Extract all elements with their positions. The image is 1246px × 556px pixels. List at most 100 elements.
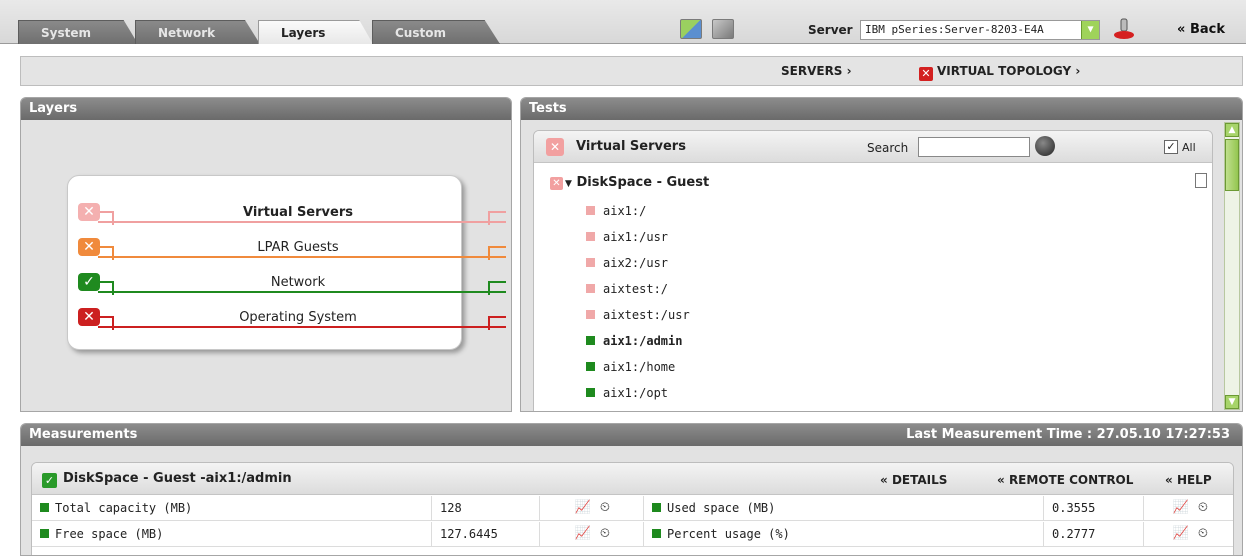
measure-name-label: Total capacity (MB) bbox=[55, 501, 193, 515]
measure-name: Used space (MB) bbox=[644, 496, 1044, 521]
expand-triangle-icon[interactable]: ▼ bbox=[565, 179, 572, 189]
status-pink-icon bbox=[586, 310, 595, 319]
all-label: All bbox=[1182, 141, 1196, 154]
list-item-selected[interactable]: aix1:/admin bbox=[586, 331, 682, 351]
layer-operating-system[interactable]: ✕ Operating System bbox=[68, 304, 508, 334]
list-item[interactable]: aix2:/usr bbox=[586, 253, 668, 273]
error-icon: ✕ bbox=[550, 177, 563, 190]
layer-label: Virtual Servers bbox=[243, 205, 353, 220]
layout-icon[interactable] bbox=[680, 19, 702, 39]
list-item[interactable]: aix1:/usr bbox=[586, 227, 668, 247]
tab-custom[interactable]: Custom bbox=[372, 20, 500, 44]
list-item[interactable]: aixtest:/ bbox=[586, 279, 668, 299]
measurement-header: ✓ DiskSpace - Guest -aix1:/admin « DETAIL… bbox=[32, 463, 1233, 495]
status-green-icon bbox=[652, 529, 661, 538]
remote-control-link[interactable]: « REMOTE CONTROL bbox=[997, 473, 1133, 487]
warning-icon: ✕ bbox=[78, 238, 100, 256]
help-link[interactable]: « HELP bbox=[1165, 473, 1212, 487]
status-green-icon bbox=[586, 336, 595, 345]
test-group-diskspace-guest[interactable]: ✕ ▼ DiskSpace - Guest bbox=[550, 175, 709, 190]
top-tab-bar: System Network Layers Custom Server IBM … bbox=[0, 0, 1246, 44]
search-go-button[interactable] bbox=[1035, 136, 1055, 156]
list-item[interactable]: aixtest:/usr bbox=[586, 305, 690, 325]
breadcrumb: SERVERS › ✕ VIRTUAL TOPOLOGY › bbox=[20, 56, 1243, 86]
layers-diagram: ✕ Virtual Servers ✕ LPAR Guests ✓ Networ… bbox=[67, 175, 506, 350]
status-pink-icon bbox=[586, 232, 595, 241]
layer-network[interactable]: ✓ Network bbox=[68, 269, 508, 299]
list-item-label: aixtest:/usr bbox=[603, 308, 690, 322]
layer-label: LPAR Guests bbox=[257, 240, 339, 255]
tools-icon[interactable] bbox=[712, 19, 734, 39]
breadcrumb-virtual-topology[interactable]: ✕ VIRTUAL TOPOLOGY › bbox=[919, 64, 1080, 81]
measure-name-label: Used space (MB) bbox=[667, 501, 776, 515]
alarm-bell-icon[interactable] bbox=[1113, 17, 1135, 41]
tab-system[interactable]: System bbox=[18, 20, 138, 44]
layer-label: Network bbox=[270, 275, 326, 290]
table-row: Total capacity (MB) 128 📈 ⏲ Used space (… bbox=[32, 496, 1233, 521]
clock-icon[interactable]: ⏲ bbox=[1194, 526, 1212, 542]
status-pink-icon bbox=[586, 206, 595, 215]
error-icon: ✕ bbox=[546, 138, 564, 156]
help-link-label: HELP bbox=[1176, 473, 1212, 487]
all-checkbox[interactable]: ✓ bbox=[1164, 140, 1178, 154]
status-green-icon bbox=[586, 362, 595, 371]
measure-value: 0.2777 bbox=[1044, 522, 1144, 547]
breadcrumb-virtual-topology-label: VIRTUAL TOPOLOGY bbox=[937, 64, 1072, 78]
virtual-servers-header: ✕ Virtual Servers Search ✓ All bbox=[534, 131, 1212, 163]
error-icon: ✕ bbox=[78, 308, 100, 326]
list-item[interactable]: aix1:/home bbox=[586, 357, 675, 377]
measure-name: Percent usage (%) bbox=[644, 522, 1044, 547]
list-item-label: aix2:/usr bbox=[603, 256, 669, 270]
status-green-icon bbox=[40, 503, 49, 512]
check-icon: ✓ bbox=[78, 273, 100, 291]
tab-network[interactable]: Network bbox=[135, 20, 260, 44]
back-label: Back bbox=[1189, 22, 1225, 37]
search-input[interactable] bbox=[918, 137, 1030, 157]
tab-layers[interactable]: Layers bbox=[258, 20, 373, 44]
measure-actions: 📈 ⏲ bbox=[540, 522, 644, 547]
layer-label: Operating System bbox=[239, 310, 357, 325]
measure-value: 0.3555 bbox=[1044, 496, 1144, 521]
error-icon: ✕ bbox=[919, 67, 933, 81]
list-item-label: aix1:/ bbox=[603, 204, 647, 218]
measurements-title: Measurements bbox=[29, 427, 138, 442]
tests-scrollbar[interactable]: ▲ ▼ bbox=[1224, 122, 1240, 410]
graph-icon[interactable]: 📈 bbox=[574, 526, 592, 542]
status-green-icon bbox=[652, 503, 661, 512]
scroll-thumb[interactable] bbox=[1225, 139, 1239, 191]
layer-virtual-servers[interactable]: ✕ Virtual Servers bbox=[68, 199, 508, 229]
graph-icon[interactable]: 📈 bbox=[1172, 500, 1190, 516]
layers-panel-title: Layers bbox=[21, 98, 511, 120]
back-button[interactable]: « Back bbox=[1177, 22, 1225, 37]
document-icon[interactable] bbox=[1195, 173, 1207, 188]
table-row: Free space (MB) 127.6445 📈 ⏲ Percent usa… bbox=[32, 522, 1233, 547]
clock-icon[interactable]: ⏲ bbox=[596, 526, 614, 542]
clock-icon[interactable]: ⏲ bbox=[1194, 500, 1212, 516]
measure-name: Total capacity (MB) bbox=[32, 496, 432, 521]
list-item[interactable]: aix1:/opt bbox=[586, 383, 668, 403]
measurement-title: ✓ DiskSpace - Guest -aix1:/admin bbox=[42, 471, 292, 488]
measure-name: Free space (MB) bbox=[32, 522, 432, 547]
graph-icon[interactable]: 📈 bbox=[1172, 526, 1190, 542]
test-group-label: DiskSpace - Guest bbox=[576, 175, 710, 190]
list-item[interactable]: aix1:/ bbox=[586, 201, 646, 221]
breadcrumb-servers[interactable]: SERVERS › bbox=[781, 64, 852, 78]
graph-icon[interactable]: 📈 bbox=[574, 500, 592, 516]
remote-control-link-label: REMOTE CONTROL bbox=[1008, 473, 1134, 487]
chevron-down-icon: ▼ bbox=[1081, 21, 1099, 39]
measurement-box: ✓ DiskSpace - Guest -aix1:/admin « DETAIL… bbox=[31, 462, 1234, 555]
details-link[interactable]: « DETAILS bbox=[880, 473, 947, 487]
list-item-label: aixtest:/ bbox=[603, 282, 669, 296]
scroll-up-icon[interactable]: ▲ bbox=[1225, 123, 1239, 137]
layer-lpar-guests[interactable]: ✕ LPAR Guests bbox=[68, 234, 508, 264]
clock-icon[interactable]: ⏲ bbox=[596, 500, 614, 516]
measure-value: 128 bbox=[432, 496, 540, 521]
server-label: Server bbox=[808, 23, 853, 37]
virtual-servers-title: Virtual Servers bbox=[576, 139, 686, 154]
server-select[interactable]: IBM pSeries:Server-8203-E4A ▼ bbox=[860, 20, 1100, 40]
measure-actions: 📈 ⏲ bbox=[1144, 522, 1233, 547]
measure-name-label: Percent usage (%) bbox=[667, 527, 790, 541]
scroll-down-icon[interactable]: ▼ bbox=[1225, 395, 1239, 409]
status-pink-icon bbox=[586, 284, 595, 293]
list-item-label: aix1:/home bbox=[603, 360, 676, 374]
